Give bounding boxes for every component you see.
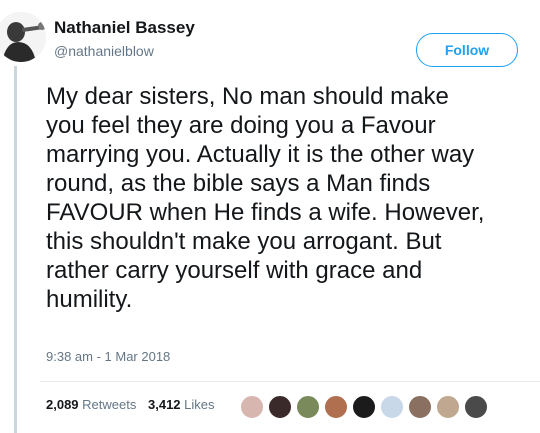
avatar[interactable] xyxy=(0,12,46,62)
likes-stat[interactable]: 3,412 Likes xyxy=(148,397,215,412)
liker-avatar[interactable] xyxy=(436,395,460,419)
liker-avatar[interactable] xyxy=(380,395,404,419)
thread-line xyxy=(14,66,17,433)
tweet-card: Nathaniel Bassey @nathanielblow Follow M… xyxy=(0,0,540,433)
retweets-label: Retweets xyxy=(82,397,137,412)
retweets-stat[interactable]: 2,089 Retweets xyxy=(46,397,136,412)
liker-avatars xyxy=(240,395,492,419)
liker-avatar[interactable] xyxy=(296,395,320,419)
liker-avatar[interactable] xyxy=(268,395,292,419)
tweet-stats: 2,089 Retweets 3,412 Likes xyxy=(46,397,223,412)
liker-avatar[interactable] xyxy=(240,395,264,419)
divider xyxy=(40,381,540,382)
liker-avatar[interactable] xyxy=(408,395,432,419)
tweet-text: My dear sisters, No man should make you … xyxy=(46,83,485,313)
likes-count: 3,412 xyxy=(148,397,181,412)
follow-button[interactable]: Follow xyxy=(416,33,518,67)
user-handle[interactable]: @nathanielblow xyxy=(54,43,154,59)
likes-label: Likes xyxy=(184,397,215,412)
liker-avatar[interactable] xyxy=(324,395,348,419)
avatar-image xyxy=(0,12,46,62)
liker-avatar[interactable] xyxy=(352,395,376,419)
retweets-count: 2,089 xyxy=(46,397,79,412)
user-name[interactable]: Nathaniel Bassey xyxy=(54,18,195,38)
tweet-timestamp[interactable]: 9:38 am - 1 Mar 2018 xyxy=(46,349,170,364)
liker-avatar[interactable] xyxy=(464,395,488,419)
